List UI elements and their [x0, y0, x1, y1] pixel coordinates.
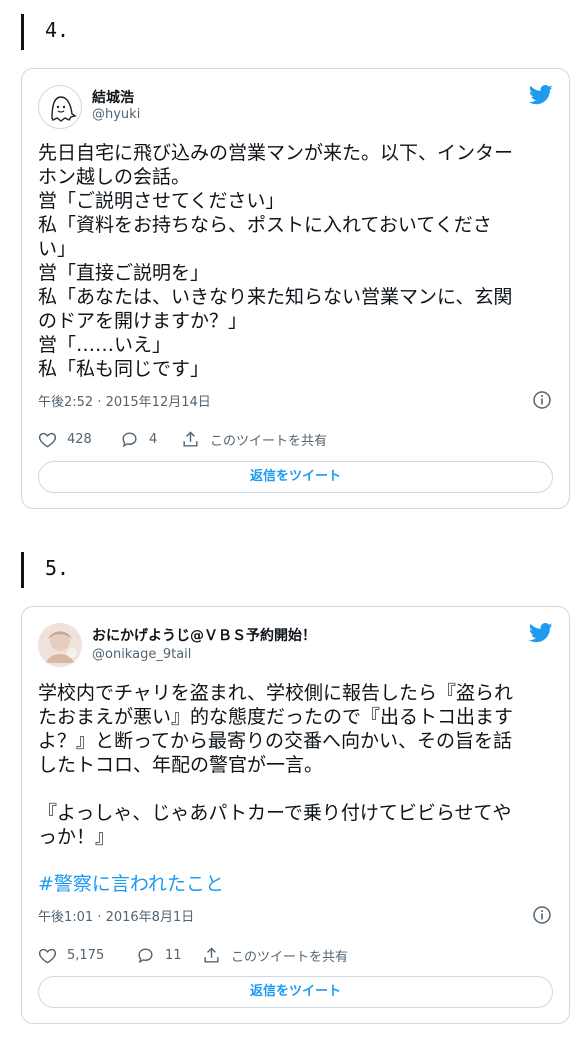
twitter-bird-icon[interactable] — [529, 85, 553, 105]
avatar[interactable] — [38, 623, 82, 667]
author-handle[interactable]: @hyuki — [92, 107, 140, 122]
author-name[interactable]: 結城浩 — [92, 87, 134, 107]
share-icon — [183, 431, 198, 447]
section-number: 4. — [45, 18, 70, 42]
author-name[interactable]: おにかげようじ@ＶＢＳ予約開始！ — [92, 625, 316, 645]
tweet-timestamp[interactable]: 午後1:01 · 2016年8月1日 — [38, 906, 194, 925]
section-header-5: 5. — [21, 552, 561, 588]
section-number: 5. — [45, 556, 70, 580]
share-label: このツイートを共有 — [231, 950, 349, 965]
section-marker — [21, 14, 24, 50]
author-handle[interactable]: @onikage_9tail — [92, 647, 191, 662]
share-icon — [204, 947, 219, 963]
reply-icon — [122, 432, 137, 448]
like-action[interactable]: 5,175 — [38, 946, 104, 965]
share-action[interactable]: このツイートを共有 — [202, 946, 348, 965]
share-label: このツイートを共有 — [210, 434, 328, 449]
tweet-card-hyuki[interactable]: 結城浩 @hyuki 先日自宅に飛び込みの営業マンが来た。以下、インター ホン越… — [21, 68, 570, 509]
reply-count: 11 — [165, 948, 182, 963]
twitter-bird-icon[interactable] — [529, 623, 553, 643]
reply-tweet-button[interactable]: 返信をツイート — [38, 976, 553, 1008]
tweet-actions: 428 4 このツイートを共有 — [38, 430, 553, 452]
reply-icon — [138, 948, 153, 964]
share-action[interactable]: このツイートを共有 — [181, 430, 327, 449]
tweet-card-onikage[interactable]: おにかげようじ@ＶＢＳ予約開始！ @onikage_9tail 学校内でチャリを… — [21, 606, 570, 1024]
reply-action[interactable]: 11 — [136, 946, 182, 965]
like-count: 5,175 — [67, 948, 105, 963]
reply-tweet-button[interactable]: 返信をツイート — [38, 461, 553, 493]
tweet-timestamp[interactable]: 午後2:52 · 2015年12月14日 — [38, 391, 211, 410]
avatar[interactable] — [38, 85, 82, 129]
section-header-4: 4. — [21, 14, 561, 50]
reply-action[interactable]: 4 — [120, 430, 157, 449]
tweet-text: 先日自宅に飛び込みの営業マンが来た。以下、インター ホン越しの会話。 営「ご説明… — [38, 142, 514, 380]
reply-count: 4 — [149, 432, 158, 447]
tweet-text: 学校内でチャリを盗まれ、学校側に報告したら『盗られ たおまえが悪い』的な態度だっ… — [38, 682, 514, 848]
info-icon[interactable] — [533, 391, 551, 409]
section-marker — [21, 552, 24, 588]
heart-icon — [38, 432, 57, 448]
like-count: 428 — [67, 432, 92, 447]
heart-icon — [38, 948, 57, 964]
tweet-actions: 5,175 11 このツイートを共有 — [38, 946, 553, 968]
hashtag-link[interactable]: #警察に言われたこと — [38, 872, 553, 896]
photo-avatar-icon — [38, 623, 82, 667]
ghost-avatar-icon — [51, 96, 77, 122]
info-icon[interactable] — [533, 906, 551, 924]
like-action[interactable]: 428 — [38, 430, 92, 449]
